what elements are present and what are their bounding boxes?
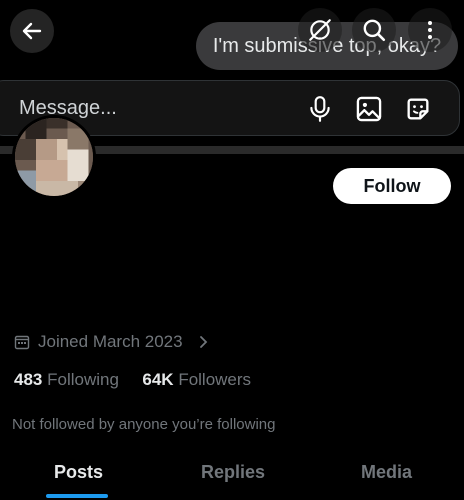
hide-grok-button[interactable] (298, 8, 342, 52)
sticker-icon[interactable] (404, 95, 432, 123)
search-icon (363, 19, 386, 42)
followers-label: Followers (178, 370, 252, 389)
avatar[interactable] (12, 115, 96, 199)
following-count: 483 (14, 370, 43, 389)
back-button[interactable] (10, 9, 54, 53)
following-link[interactable]: 483 Following (14, 370, 124, 389)
join-date[interactable]: Joined March 2023 (14, 332, 211, 352)
avatar-image (15, 118, 93, 196)
tab-media[interactable]: Media (361, 462, 412, 483)
follow-button[interactable]: Follow (333, 168, 451, 204)
search-button[interactable] (352, 8, 396, 52)
tab-posts[interactable]: Posts (54, 462, 103, 483)
more-options-button[interactable] (408, 8, 452, 52)
followers-link[interactable]: 64K Followers (142, 370, 251, 389)
tab-replies[interactable]: Replies (201, 462, 265, 483)
follow-stats: 483 Following 64K Followers (14, 370, 251, 390)
chevron-right-icon (199, 336, 207, 348)
arrow-left-icon (22, 22, 42, 40)
slash-circle-icon (309, 19, 331, 41)
more-vertical-icon (428, 21, 432, 39)
following-label: Following (47, 370, 119, 389)
join-date-text: Joined March 2023 (38, 332, 183, 351)
not-followed-notice: Not followed by anyone you’re following (12, 416, 276, 433)
active-tab-indicator (46, 494, 108, 498)
calendar-icon (14, 335, 30, 350)
image-icon[interactable] (355, 95, 383, 123)
microphone-icon[interactable] (307, 95, 333, 123)
followers-count: 64K (142, 370, 174, 389)
